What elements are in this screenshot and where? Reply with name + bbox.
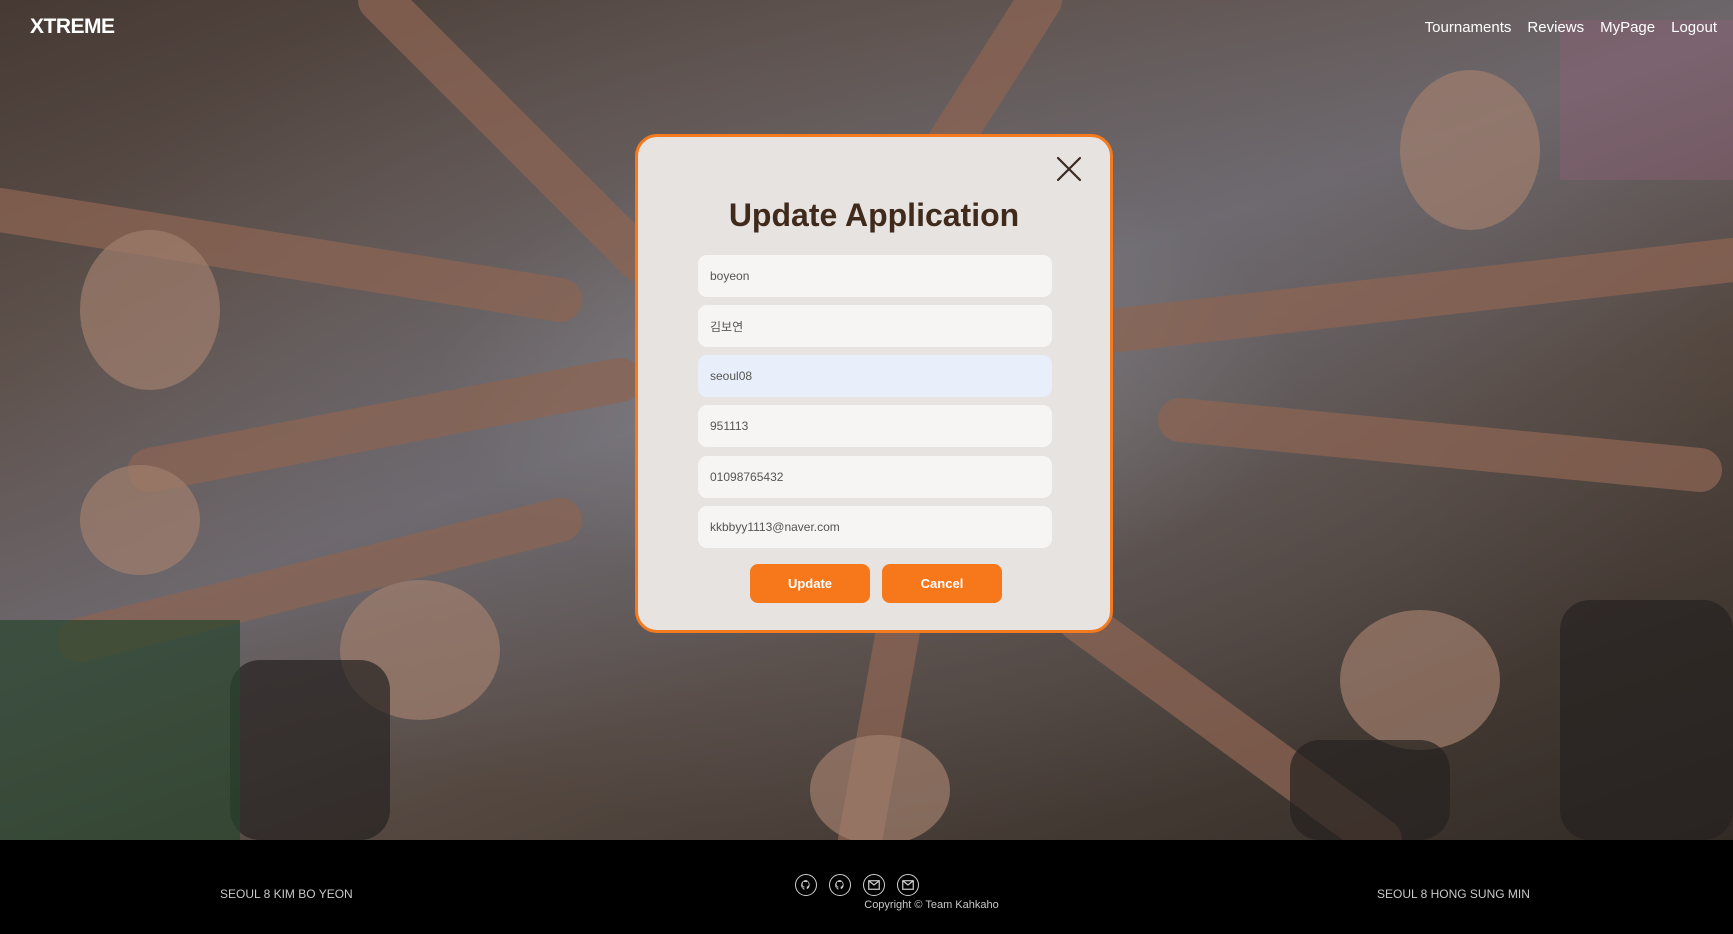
nav-mypage[interactable]: MyPage bbox=[1600, 19, 1655, 36]
mail-icon[interactable] bbox=[863, 874, 885, 896]
modal-title: Update Application bbox=[728, 197, 1020, 233]
team-field[interactable] bbox=[698, 355, 1052, 397]
email-field[interactable] bbox=[698, 506, 1052, 548]
nav-tournaments[interactable]: Tournaments bbox=[1425, 19, 1512, 36]
github-icon[interactable] bbox=[795, 874, 817, 896]
footer-icons bbox=[795, 874, 919, 896]
main-nav: Tournaments Reviews MyPage Logout bbox=[1425, 19, 1717, 36]
birthdate-field[interactable] bbox=[698, 405, 1052, 447]
footer-right-credit: SEOUL 8 HONG SUNG MIN bbox=[1377, 887, 1530, 901]
nav-logout[interactable]: Logout bbox=[1671, 19, 1717, 36]
footer: SEOUL 8 KIM BO YEON Copyright © Team Kah… bbox=[0, 840, 1733, 934]
close-icon[interactable] bbox=[1055, 155, 1083, 183]
name-field[interactable] bbox=[698, 305, 1052, 347]
github-icon[interactable] bbox=[829, 874, 851, 896]
phone-field[interactable] bbox=[698, 456, 1052, 498]
site-logo[interactable]: XTREME bbox=[30, 15, 115, 39]
nav-reviews[interactable]: Reviews bbox=[1527, 19, 1584, 36]
cancel-button[interactable]: Cancel bbox=[882, 564, 1002, 603]
user-id-field[interactable] bbox=[698, 255, 1052, 297]
top-navigation-bar: XTREME Tournaments Reviews MyPage Logout bbox=[0, 0, 1733, 58]
mail-icon[interactable] bbox=[897, 874, 919, 896]
update-application-modal: Update Application Update Cancel bbox=[635, 134, 1113, 633]
update-button[interactable]: Update bbox=[750, 564, 870, 603]
